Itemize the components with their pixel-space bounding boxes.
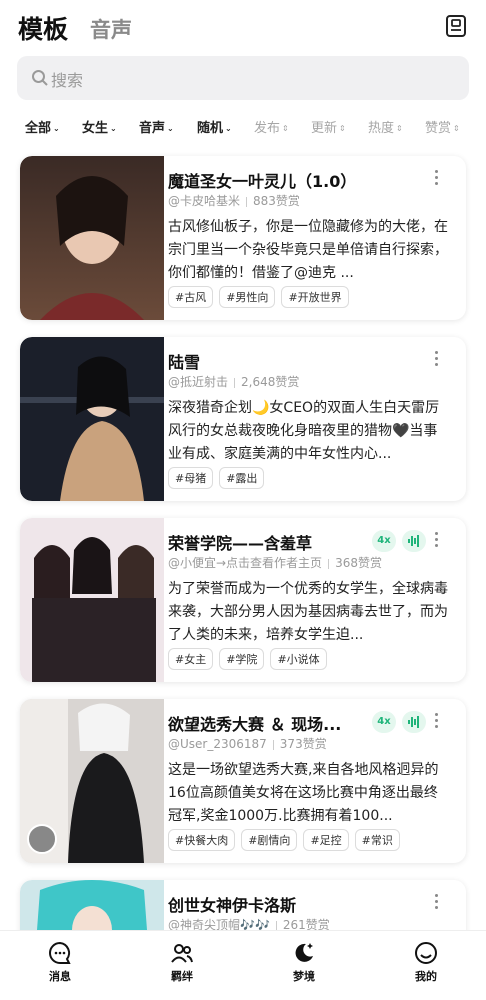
more-options-icon[interactable] [434,894,440,912]
more-options-icon[interactable] [434,532,440,550]
tag[interactable]: #足控 [303,829,349,851]
moon-stars-icon [274,941,334,965]
voice-wave-icon [402,711,426,733]
card-description: 这是一场欲望选秀大赛,来自各地风格迥异的16位高颜值美女将在这场比赛中角逐出最终… [168,762,439,824]
card-meta: @User_2306187 373赞赏 [168,735,327,752]
tab-label: 梦境 [293,970,315,983]
sort-heat[interactable]: 热度 ⇕ [368,117,403,136]
tab-voice[interactable]: 音声 [90,14,132,44]
profile-face-icon [396,941,456,965]
card-author[interactable]: @User_2306187 [168,737,267,751]
bottom-tab-bar: 消息 羁绊 梦境 我的 [0,930,486,1000]
header: 模板 音声 [0,0,486,52]
filter-all[interactable]: 全部 ⌄ [25,117,60,136]
card-thumbnail [20,518,164,682]
chat-bubble-icon [30,941,90,965]
more-options-icon[interactable] [434,170,440,188]
template-card[interactable]: 陆雪 @抵近射击 2,648赞赏 深夜猎奇企划🌙女CEO的双面人生白天雷厉风行的女… [20,337,466,501]
sort-icon: ⇕ [282,124,289,133]
card-tags: #女主 #学院 #小说体 [168,648,333,670]
card-description: 古风修仙板子，你是一位隐藏修为的大佬，在宗门里当一个杂役毕竟只是单倍请自行探索，… [168,219,448,281]
tag[interactable]: #古风 [168,286,214,308]
filter-female[interactable]: 女生 ⌄ [82,117,117,136]
card-title: 欲望选秀大赛 ＆ 现场... [168,715,342,734]
card-likes: 373赞赏 [279,737,327,751]
template-card[interactable]: 魔道圣女一叶灵儿（1.0） @卡皮哈基米 883赞赏 古风修仙板子，你是一位隐藏修… [20,156,466,320]
chevron-down-icon: ⌄ [110,124,117,133]
people-icon [152,941,212,965]
tab-label: 我的 [415,970,437,983]
tab-label: 羁绊 [171,970,193,983]
more-options-icon[interactable] [434,713,440,731]
sort-icon: ⇕ [396,124,403,133]
chevron-down-icon: ⌄ [53,124,60,133]
sort-reward[interactable]: 赞赏 ⇕ [425,117,460,136]
card-likes: 883赞赏 [253,194,300,208]
search-icon [31,69,49,87]
tab-label: 消息 [49,970,71,983]
tab-templates[interactable]: 模板 [18,10,68,46]
sort-update[interactable]: 更新 ⇕ [311,117,346,136]
tag[interactable]: #露出 [219,467,265,489]
search-bar[interactable]: 搜索 [17,56,469,100]
card-title: 创世女神伊卡洛斯 [168,896,297,915]
card-meta: @抵近射击 2,648赞赏 [168,373,299,390]
tab-dreams[interactable]: 梦境 [274,941,334,984]
template-card[interactable]: 荣誉学院——含羞草 @小便宜→点击查看作者主页 368赞赏 为了荣誉而成为一个优秀… [20,518,466,682]
tag[interactable]: #母猪 [168,467,214,489]
bookmark-icon[interactable] [444,14,468,38]
filter-bar: 全部 ⌄ 女生 ⌄ 音声 ⌄ 随机 ⌄ 发布 ⇕ 更新 ⇕ 热度 ⇕ 赞赏 ⇕ [0,117,486,139]
card-tags: #母猪 #露出 [168,467,270,489]
card-description: 深夜猎奇企划🌙女CEO的双面人生白天雷厉风行的女总裁夜晚化身暗夜里的猎物🖤当事业… [168,400,440,462]
card-author[interactable]: @小便宜→点击查看作者主页 [168,556,322,570]
speed-badge: 4x [372,530,396,552]
speed-badge: 4x [372,711,396,733]
tab-messages[interactable]: 消息 [30,941,90,984]
card-title: 荣誉学院——含羞草 [168,534,313,553]
tag[interactable]: #开放世界 [281,286,349,308]
card-description: 为了荣誉而成为一个优秀的女学生，全球病毒来袭，大部分男人因为基因病毒去世了，而为… [168,581,448,643]
filter-random[interactable]: 随机 ⌄ [197,117,232,136]
card-likes: 368赞赏 [335,556,382,570]
card-thumbnail [20,337,164,501]
tag[interactable]: #常识 [354,829,400,851]
chevron-down-icon: ⌄ [167,124,174,133]
card-author[interactable]: @卡皮哈基米 [168,194,240,208]
sort-icon: ⇕ [453,124,460,133]
filter-voice[interactable]: 音声 ⌄ [139,117,174,136]
more-options-icon[interactable] [434,351,440,369]
tab-me[interactable]: 我的 [396,941,456,984]
card-thumbnail [20,156,164,320]
tag[interactable]: #学院 [219,648,265,670]
card-tags: #快餐大肉 #剧情向 #足控 #常识 [168,829,406,851]
search-placeholder: 搜索 [51,71,84,90]
sort-icon: ⇕ [339,124,346,133]
card-title: 魔道圣女一叶灵儿（1.0） [168,172,357,191]
voice-wave-icon [402,530,426,552]
card-likes: 2,648赞赏 [241,375,300,389]
tab-bonds[interactable]: 羁绊 [152,941,212,984]
sort-publish[interactable]: 发布 ⇕ [254,117,289,136]
card-tags: #古风 #男性向 #开放世界 [168,286,355,308]
tag[interactable]: #男性向 [219,286,276,308]
tag[interactable]: #快餐大肉 [168,829,236,851]
card-title: 陆雪 [168,353,201,372]
chevron-down-icon: ⌄ [225,124,232,133]
tag[interactable]: #小说体 [270,648,327,670]
card-thumbnail [20,699,164,863]
tag[interactable]: #剧情向 [241,829,298,851]
template-card[interactable]: 欲望选秀大赛 ＆ 现场... @User_2306187 373赞赏 这是一场欲望… [20,699,466,863]
tag[interactable]: #女主 [168,648,214,670]
card-meta: @小便宜→点击查看作者主页 368赞赏 [168,554,382,571]
card-author[interactable]: @抵近射击 [168,375,228,389]
card-meta: @卡皮哈基米 883赞赏 [168,192,300,209]
